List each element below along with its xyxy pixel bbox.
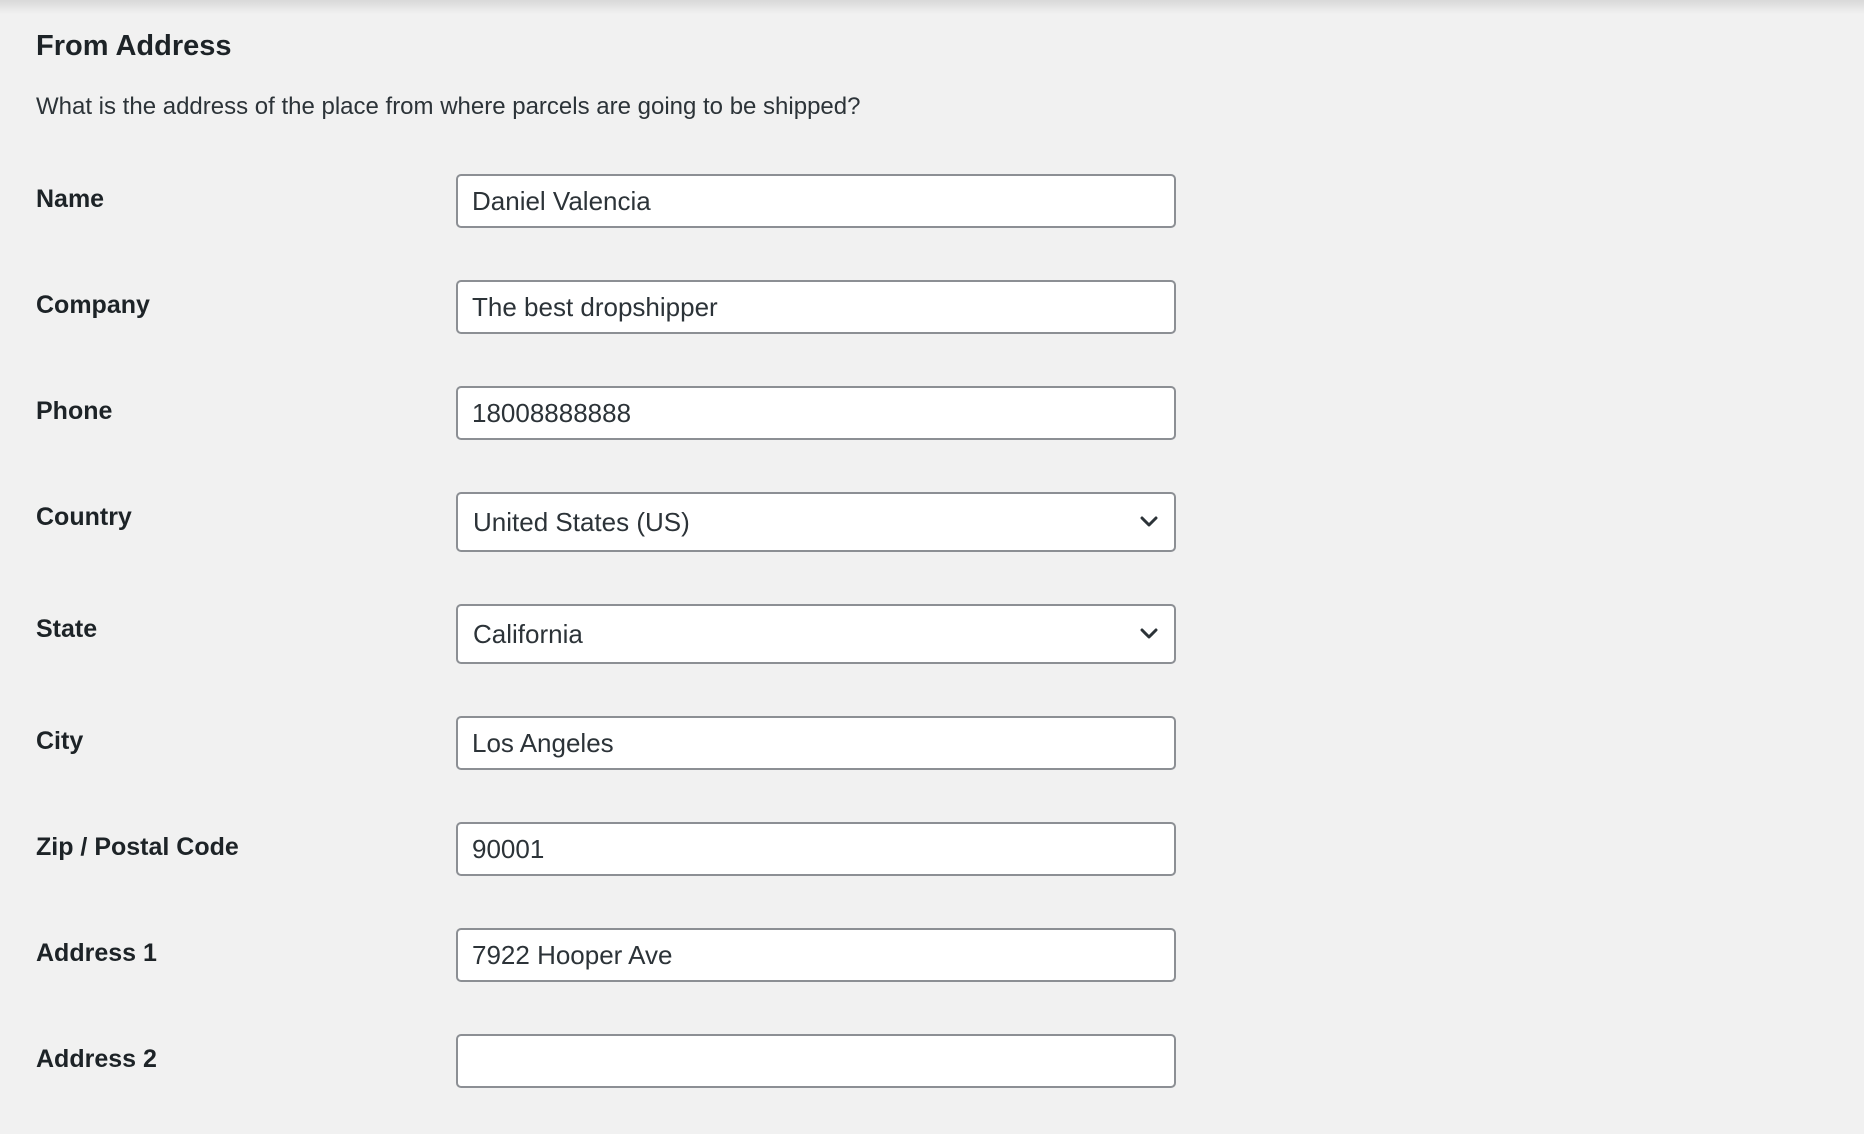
country-select[interactable]: United States (US) [456, 492, 1176, 552]
phone-input[interactable] [456, 386, 1176, 440]
name-input[interactable] [456, 174, 1176, 228]
state-select[interactable]: California [456, 604, 1176, 664]
name-label: Name [36, 185, 105, 213]
address1-label: Address 1 [36, 939, 157, 967]
section-description: What is the address of the place from wh… [36, 93, 861, 120]
zip-input[interactable] [456, 822, 1176, 876]
section-title: From Address [36, 30, 232, 62]
phone-label: Phone [36, 397, 113, 425]
country-label: Country [36, 503, 132, 531]
city-input[interactable] [456, 716, 1176, 770]
company-label: Company [36, 291, 150, 319]
state-label: State [36, 615, 98, 643]
country-select-value: United States (US) [473, 507, 690, 537]
state-select-value: California [473, 619, 583, 649]
zip-label: Zip / Postal Code [36, 833, 239, 861]
chevron-down-icon [1140, 516, 1158, 527]
company-input[interactable] [456, 280, 1176, 334]
top-shadow [0, 0, 1864, 14]
address1-input[interactable] [456, 928, 1176, 982]
chevron-down-icon [1140, 628, 1158, 639]
address2-label: Address 2 [36, 1045, 157, 1073]
city-label: City [36, 727, 84, 755]
address2-input[interactable] [456, 1034, 1176, 1088]
